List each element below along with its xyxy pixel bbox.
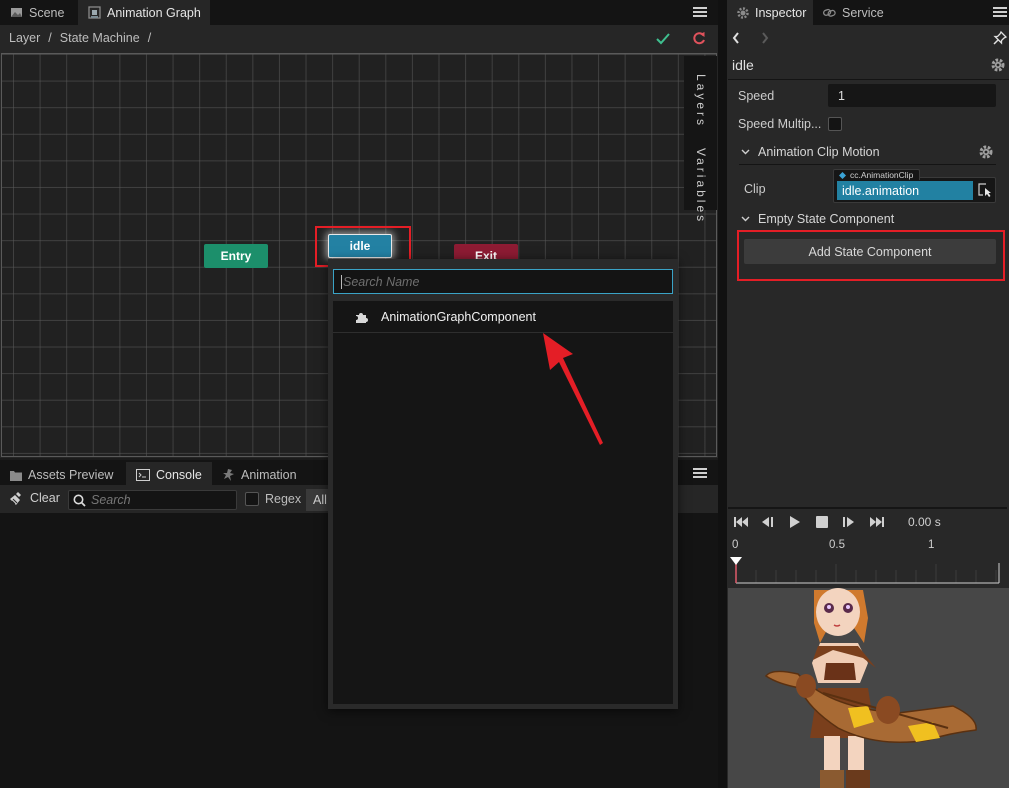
settings-gear-icon[interactable] [991, 58, 1005, 72]
reload-icon[interactable] [692, 31, 706, 46]
diamond-icon [839, 171, 846, 179]
terminal-icon [136, 469, 150, 481]
speed-multiplier-checkbox[interactable] [828, 117, 842, 131]
tab-label: Console [156, 468, 202, 482]
broom-icon [10, 491, 24, 505]
log-level-filter[interactable]: All [306, 489, 330, 511]
side-tab-variables[interactable]: Variables [694, 148, 708, 224]
playhead-handle-icon[interactable] [730, 557, 742, 565]
divider [739, 164, 996, 165]
editor-tab-bar: Scene Animation Graph [0, 0, 718, 25]
search-icon [73, 494, 86, 507]
side-tab-layers[interactable]: Layers [694, 74, 708, 128]
breadcrumb-separator: / [147, 31, 152, 45]
component-search-input[interactable] [341, 274, 672, 289]
breadcrumb-state-machine[interactable]: State Machine [60, 31, 140, 45]
folder-icon [10, 470, 22, 481]
breadcrumb-separator: / [48, 31, 52, 45]
forward-icon[interactable] [761, 32, 769, 44]
regex-label: Regex [265, 492, 302, 506]
divider [728, 79, 1009, 80]
animation-graph-icon [88, 6, 101, 19]
tab-animation-graph[interactable]: Animation Graph [78, 0, 210, 25]
speed-label: Speed [738, 89, 775, 103]
tab-service[interactable]: Service [813, 0, 901, 25]
regex-toggle[interactable]: Regex [245, 492, 301, 506]
panel-menu-icon[interactable] [993, 6, 1007, 18]
section-gear-icon[interactable] [979, 145, 993, 159]
clear-label: Clear [30, 491, 60, 505]
playback-time: 0.00 s [908, 515, 941, 529]
inspector-title: idle [732, 57, 754, 73]
entry-node[interactable]: Entry [204, 244, 268, 268]
tab-label: Inspector [755, 5, 807, 20]
back-icon[interactable] [732, 32, 740, 44]
scene-icon [10, 6, 23, 19]
tab-inspector[interactable]: Inspector [727, 0, 813, 25]
clip-type-tag: cc.AnimationClip [833, 169, 921, 180]
clip-label: Clip [744, 182, 766, 196]
check-icon[interactable] [655, 32, 671, 46]
component-list-item[interactable]: AnimationGraphComponent [333, 301, 673, 333]
tab-label: Animation [241, 468, 297, 482]
ruler-ticks [735, 564, 997, 583]
regex-checkbox[interactable] [245, 492, 259, 506]
console-search-field[interactable] [68, 490, 237, 510]
inspector-title-row: idle [727, 53, 1009, 79]
play-icon[interactable] [787, 514, 803, 530]
panel-divider[interactable] [718, 0, 727, 788]
inspector-panel: Inspector Service idle Speed 1 Speed Mul… [727, 0, 1009, 788]
ruler-label: 1 [928, 539, 935, 551]
component-name: AnimationGraphComponent [381, 309, 536, 324]
ruler-label: 0 [732, 539, 739, 551]
tab-label: Animation Graph [107, 5, 201, 20]
timeline-ruler[interactable] [727, 556, 1009, 586]
component-search-field[interactable] [333, 269, 673, 294]
clip-asset-field[interactable]: idle.animation [833, 177, 996, 203]
tab-scene[interactable]: Scene [0, 0, 76, 25]
side-tab-strip: Layers Variables [684, 56, 717, 224]
console-search-input[interactable] [91, 493, 231, 507]
clip-type-label: cc.AnimationClip [850, 170, 914, 180]
panel-menu-icon[interactable] [693, 6, 707, 18]
clip-asset-value[interactable]: idle.animation [837, 181, 973, 200]
tab-label: Assets Preview [28, 468, 114, 482]
panel-menu-icon[interactable] [693, 467, 707, 479]
chevron-down-icon [741, 149, 750, 155]
gear-icon [737, 6, 749, 19]
add-component-popup: AnimationGraphComponent [328, 259, 678, 709]
ruler-label: 0.5 [829, 539, 845, 551]
model-preview[interactable] [728, 588, 1009, 788]
prev-frame-icon[interactable] [759, 514, 775, 530]
divider [728, 507, 1007, 509]
annotation-arrow-icon [543, 333, 603, 445]
highlight-box [737, 230, 1005, 281]
section-title: Animation Clip Motion [758, 145, 880, 159]
next-frame-icon[interactable] [841, 514, 857, 530]
clear-button[interactable]: Clear [10, 491, 60, 505]
tab-label: Service [842, 5, 884, 20]
animation-clip-motion-header[interactable]: Animation Clip Motion [741, 145, 880, 159]
puzzle-icon [355, 310, 369, 324]
breadcrumb: Layer / State Machine / [9, 31, 151, 45]
breadcrumb-layer[interactable]: Layer [9, 31, 40, 45]
pin-icon[interactable] [993, 31, 1007, 45]
link-icon [823, 8, 836, 18]
speed-input[interactable]: 1 [828, 84, 996, 107]
asset-picker-icon[interactable] [978, 183, 992, 197]
tab-label: Scene [29, 5, 65, 20]
stop-icon[interactable] [814, 514, 830, 530]
jump-to-end-icon[interactable] [869, 514, 885, 530]
chevron-down-icon [741, 216, 750, 222]
section-title: Empty State Component [758, 212, 895, 226]
inspector-nav [727, 25, 1009, 52]
character-model-image [764, 588, 977, 788]
inspector-tab-bar: Inspector Service [727, 0, 1009, 25]
animation-icon [223, 468, 235, 482]
component-list: AnimationGraphComponent [333, 301, 673, 704]
jump-to-start-icon[interactable] [733, 514, 749, 530]
empty-state-component-header[interactable]: Empty State Component [741, 212, 894, 226]
speed-multiplier-label: Speed Multip... [738, 117, 822, 131]
